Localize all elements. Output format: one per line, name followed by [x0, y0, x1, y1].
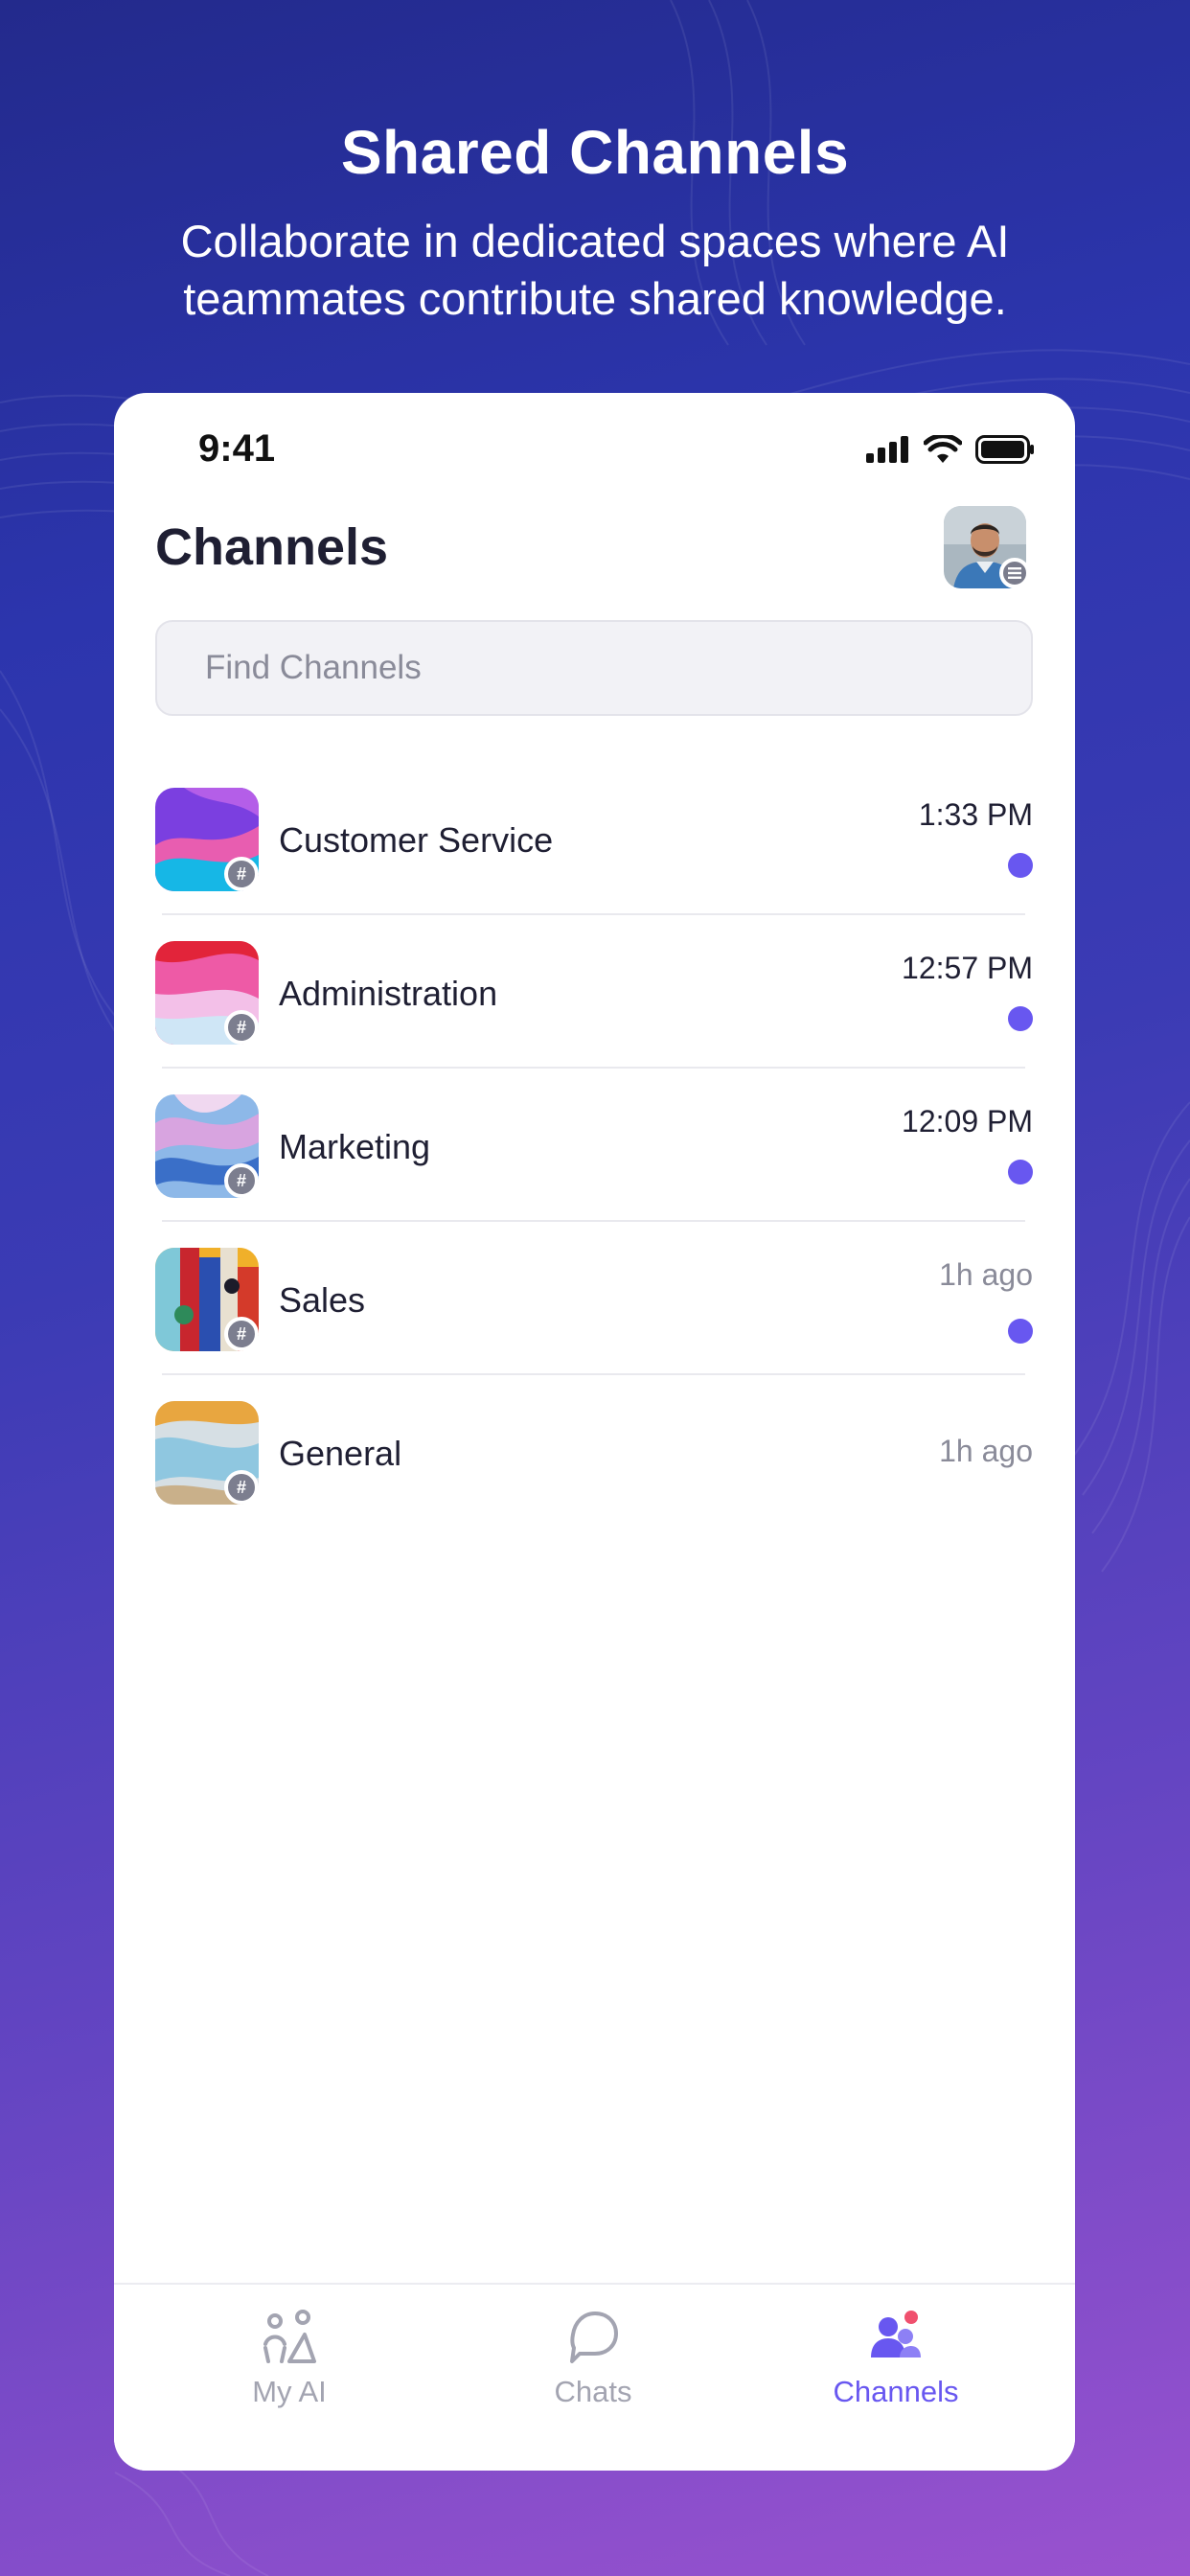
chat-bubble-icon: [570, 2312, 618, 2363]
hashtag-icon: #: [224, 857, 259, 891]
channel-name: Administration: [279, 974, 498, 1013]
channel-name: Marketing: [279, 1127, 431, 1166]
search-input[interactable]: [203, 648, 973, 688]
menu-badge-icon[interactable]: [999, 558, 1030, 588]
unread-dot: [1008, 1160, 1033, 1184]
wifi-icon: [924, 435, 962, 463]
row-divider: [162, 1220, 1025, 1222]
hashtag-icon: #: [224, 1470, 259, 1505]
tab-label: Channels: [833, 2375, 959, 2408]
unread-dot: [1008, 853, 1033, 878]
channel-row[interactable]: # Marketing 12:09 PM: [114, 1094, 1075, 1248]
channel-row[interactable]: # Administration 12:57 PM: [114, 941, 1075, 1094]
tab-label: My AI: [252, 2375, 327, 2408]
status-time: 9:41: [198, 427, 276, 470]
channel-row[interactable]: # Customer Service 1:33 PM: [114, 788, 1075, 941]
channel-list: # Customer Service 1:33 PM # Administrat…: [114, 788, 1075, 1554]
channel-time: 12:09 PM: [902, 1104, 1033, 1138]
row-divider: [162, 913, 1025, 915]
signal-icon: [866, 436, 908, 463]
channel-time: 1h ago: [939, 1257, 1033, 1292]
status-icons: [866, 435, 1035, 464]
channel-name: Sales: [279, 1280, 366, 1320]
hashtag-icon: #: [224, 1010, 259, 1045]
unread-dot: [1008, 1006, 1033, 1031]
channels-people-icon: [871, 2311, 921, 2358]
phone-screen: 9:41 Channels Find Channels # Customer S…: [114, 393, 1075, 2471]
channel-name: Customer Service: [279, 820, 554, 860]
channel-row[interactable]: # Sales 1h ago: [114, 1248, 1075, 1401]
channel-time: 1h ago: [939, 1434, 1033, 1468]
battery-icon: [975, 435, 1034, 464]
page-title: Channels: [155, 518, 389, 576]
bottom-tab-bar: My AI Chats Channels: [114, 2283, 1075, 2471]
unread-dot: [1008, 1319, 1033, 1344]
row-divider: [162, 1067, 1025, 1069]
channel-time: 1:33 PM: [918, 797, 1033, 832]
search-bar[interactable]: [155, 620, 1033, 716]
hashtag-icon: #: [224, 1317, 259, 1351]
row-divider: [162, 1373, 1025, 1375]
tab-my-ai[interactable]: My AI: [194, 2306, 385, 2409]
tab-chats[interactable]: Chats: [497, 2306, 689, 2409]
hashtag-icon: #: [224, 1163, 259, 1198]
my-ai-icon: [263, 2310, 316, 2363]
channel-time: 12:57 PM: [902, 951, 1033, 985]
channel-name: General: [279, 1434, 402, 1473]
tab-channels[interactable]: Channels: [800, 2306, 992, 2409]
channel-row[interactable]: # General 1h ago: [114, 1401, 1075, 1554]
tab-label: Chats: [554, 2375, 632, 2408]
hero-subtitle: Collaborate in dedicated spaces where AI…: [180, 216, 1010, 324]
hero-title: Shared Channels: [340, 118, 850, 187]
